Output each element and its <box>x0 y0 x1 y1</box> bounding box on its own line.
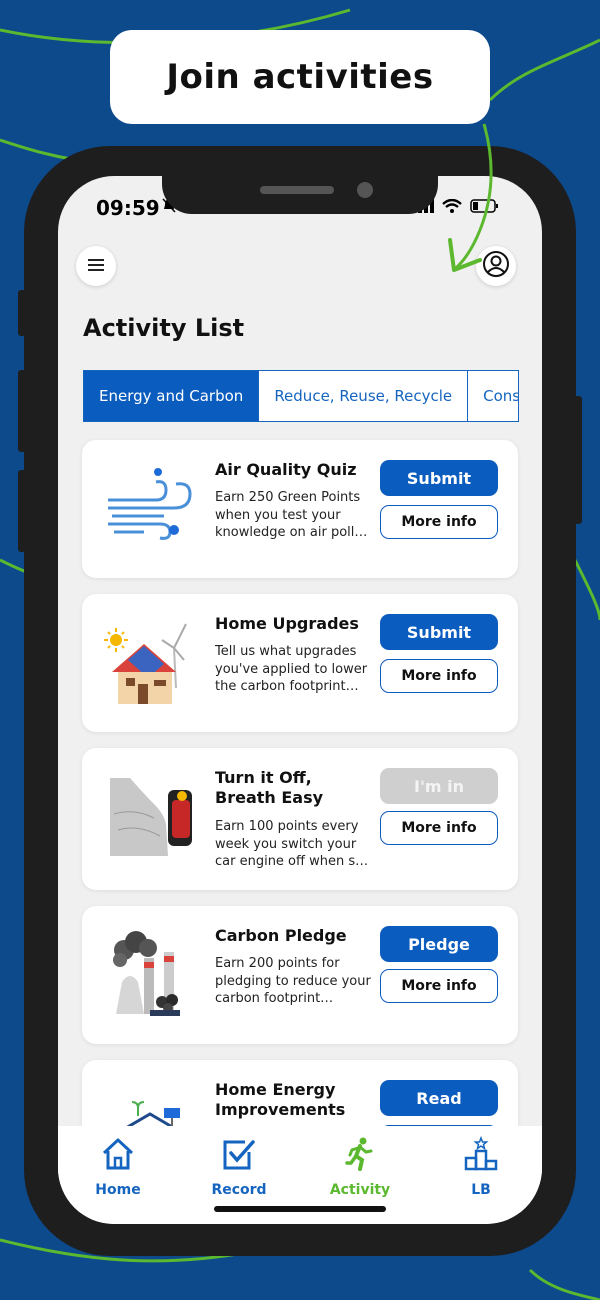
activity-card: Carbon Pledge Earn 200 points for pledgi… <box>82 906 518 1044</box>
category-tabs: Energy and Carbon Reduce, Reuse, Recycle… <box>83 370 519 422</box>
wind-icon <box>104 464 194 554</box>
activity-title: Carbon Pledge <box>215 926 347 945</box>
join-activities-banner: Join activities <box>110 30 490 124</box>
banner-text: Join activities <box>166 57 434 97</box>
activity-description: Earn 100 points every week you switch yo… <box>215 819 369 869</box>
activity-description: Earn 250 Green Points when you test your… <box>215 490 368 540</box>
solar-house-icon <box>104 618 194 708</box>
home-indicator <box>214 1206 386 1212</box>
running-icon <box>342 1136 378 1176</box>
nav-activity[interactable]: Activity <box>310 1136 410 1198</box>
tab-energy-and-carbon[interactable]: Energy and Carbon <box>84 371 260 421</box>
car-exhaust-icon <box>104 774 194 864</box>
factory-smoke-icon <box>104 930 194 1020</box>
more-info-button[interactable]: More info <box>380 505 498 539</box>
tab-reduce-reuse-recycle[interactable]: Reduce, Reuse, Recycle <box>259 371 469 421</box>
nav-label: Activity <box>329 1182 391 1198</box>
phone-speaker <box>260 186 334 194</box>
activity-title: Home Energy Improvements <box>215 1080 346 1119</box>
nav-record[interactable]: Record <box>189 1136 289 1198</box>
page-title: Activity List <box>83 314 245 342</box>
more-info-button[interactable]: More info <box>380 659 498 693</box>
activity-title: Turn it Off, Breath Easy <box>215 768 324 807</box>
nav-label: Record <box>211 1182 267 1198</box>
leaderboard-icon <box>463 1135 499 1176</box>
nav-label: Home <box>95 1182 141 1198</box>
menu-button[interactable] <box>76 246 116 286</box>
im-in-button[interactable]: I'm in <box>380 768 498 804</box>
submit-button[interactable]: Submit <box>380 460 498 496</box>
activity-card: Air Quality Quiz Earn 250 Green Points w… <box>82 440 518 578</box>
checkbox-icon <box>221 1136 257 1176</box>
home-icon <box>100 1136 136 1176</box>
more-info-button[interactable]: More info <box>380 811 498 845</box>
pledge-button[interactable]: Pledge <box>380 926 498 962</box>
nav-label: LB <box>471 1182 491 1198</box>
read-button[interactable]: Read <box>380 1080 498 1116</box>
nav-home[interactable]: Home <box>68 1136 168 1198</box>
activity-description: Earn 200 points for pledging to reduce y… <box>215 956 371 1006</box>
more-info-button[interactable]: More info <box>380 969 498 1003</box>
submit-button[interactable]: Submit <box>380 614 498 650</box>
status-time: 09:59 <box>96 196 160 220</box>
activity-title: Home Upgrades <box>215 614 359 633</box>
activity-description: Tell us what upgrades you've applied to … <box>215 644 368 694</box>
phone-notch <box>162 150 438 214</box>
nav-leaderboard[interactable]: LB <box>431 1135 531 1198</box>
hamburger-menu-icon <box>87 257 105 276</box>
phone-screen: 09:59 Activity List Energy and Carbon Re… <box>58 176 542 1224</box>
activity-card: Turn it Off, Breath Easy Earn 100 points… <box>82 748 518 890</box>
phone-camera <box>357 182 373 198</box>
tab-consumption[interactable]: Consum <box>468 371 518 421</box>
activity-card: Home Upgrades Tell us what upgrades you'… <box>82 594 518 732</box>
activity-title: Air Quality Quiz <box>215 460 357 479</box>
green-arrow-icon <box>448 123 493 272</box>
